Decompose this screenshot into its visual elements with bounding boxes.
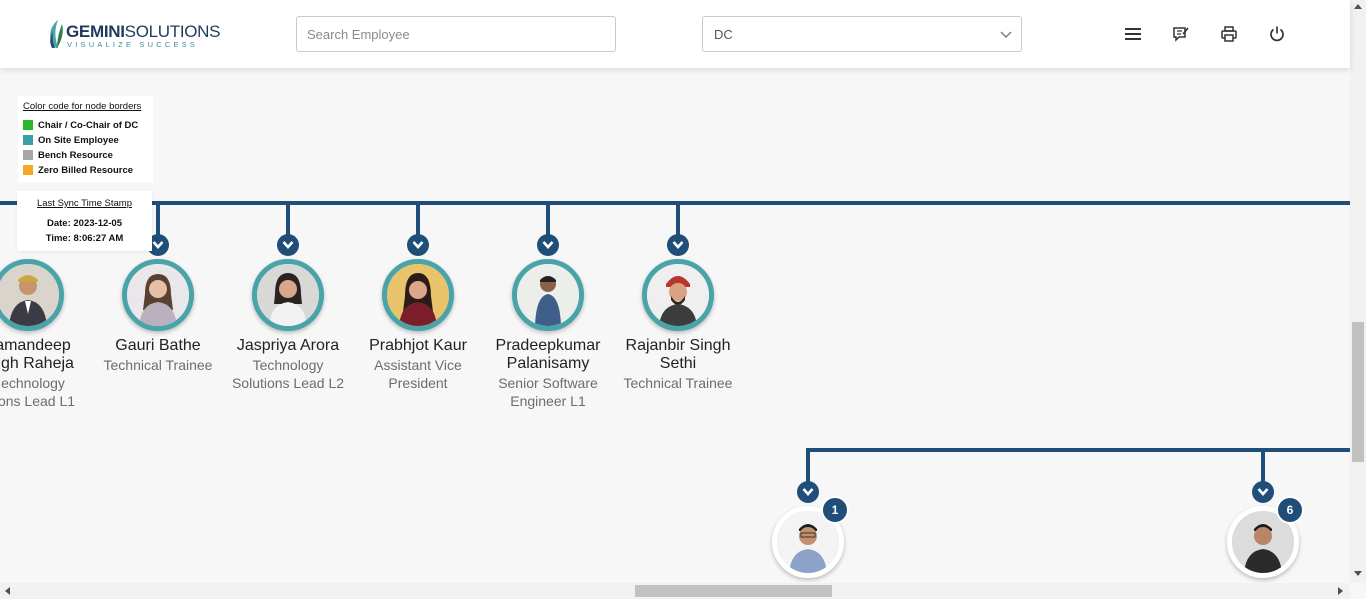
chevron-down-icon — [412, 241, 424, 249]
print-icon[interactable] — [1220, 25, 1238, 43]
logo-text: GEMINISOLUTIONS — [66, 22, 221, 41]
legend-swatch-orange — [23, 165, 33, 175]
expand-node-button[interactable] — [797, 481, 819, 503]
leaf-logo-icon — [50, 20, 63, 48]
legend-swatch-teal — [23, 135, 33, 145]
org-connector-vertical — [156, 205, 160, 235]
sync-title: Last Sync Time Stamp — [36, 198, 133, 209]
expand-node-button[interactable] — [277, 234, 299, 256]
company-logo[interactable]: GEMINISOLUTIONS VISUALIZE SUCCESS — [46, 17, 221, 51]
employee-role: echnologytions Lead L1 — [0, 375, 76, 409]
sync-time: Time: 8:06:27 AM — [45, 233, 124, 244]
org-connector-vertical — [676, 205, 680, 235]
search-employee-input[interactable] — [296, 16, 616, 52]
sync-date: Date: 2023-12-05 — [47, 218, 122, 229]
employee-avatar[interactable] — [642, 259, 714, 331]
employee-role: Technical Trainee — [623, 375, 733, 391]
legend-title: Color code for node borders — [23, 101, 142, 112]
expand-node-button[interactable] — [407, 234, 429, 256]
legend-label: On Site Employee — [38, 135, 119, 146]
org-connector-vertical — [1261, 452, 1265, 484]
scroll-down-arrow-icon[interactable] — [1354, 571, 1362, 576]
org-connector-horizontal — [0, 201, 1350, 205]
chevron-down-icon — [672, 241, 684, 249]
chevron-down-icon — [802, 488, 814, 496]
vertical-scroll-thumb[interactable] — [1352, 322, 1364, 462]
vertical-scrollbar[interactable] — [1350, 0, 1366, 583]
employee-avatar[interactable] — [252, 259, 324, 331]
legend-swatch-grey — [23, 150, 33, 160]
expand-node-button[interactable] — [667, 234, 689, 256]
employee-name: amandeep ngh Raheja — [0, 337, 74, 372]
person-photo-icon — [647, 264, 709, 326]
employee-avatar[interactable] — [122, 259, 194, 331]
last-sync-panel: Last Sync Time Stamp Date: 2023-12-05 Ti… — [17, 191, 152, 251]
reports-count-badge: 6 — [1276, 496, 1304, 524]
org-connector-vertical — [546, 205, 550, 235]
border-color-legend: Color code for node borders Chair / Co-C… — [18, 96, 153, 182]
employee-role: Technical Trainee — [103, 357, 213, 373]
power-icon[interactable] — [1268, 25, 1286, 43]
employee-name: Jaspriya Arora — [236, 337, 340, 354]
logo-tagline: VISUALIZE SUCCESS — [67, 40, 199, 49]
chevron-down-icon — [152, 241, 164, 249]
scroll-right-arrow-icon[interactable] — [1338, 587, 1343, 595]
menu-icon[interactable] — [1124, 25, 1142, 43]
employee-avatar[interactable] — [382, 259, 454, 331]
chevron-down-icon — [542, 241, 554, 249]
dc-select[interactable]: DC — [702, 16, 1022, 52]
org-connector-vertical — [806, 448, 810, 484]
scroll-left-arrow-icon[interactable] — [5, 587, 10, 595]
scroll-up-arrow-icon[interactable] — [1354, 4, 1362, 9]
employee-avatar[interactable] — [512, 259, 584, 331]
employee-role: Technology Solutions Lead L2 — [231, 357, 345, 391]
chevron-down-icon — [1257, 488, 1269, 496]
person-photo-icon — [0, 264, 59, 326]
legend-label: Chair / Co-Chair of DC — [38, 120, 139, 131]
expand-node-button[interactable] — [1252, 481, 1274, 503]
person-photo-icon — [127, 264, 189, 326]
legend-label: Bench Resource — [38, 150, 113, 161]
org-connector-vertical — [416, 205, 420, 235]
person-photo-icon — [387, 264, 449, 326]
legend-label: Zero Billed Resource — [38, 165, 134, 176]
employee-name: Pradeepkumar Palanisamy — [495, 337, 601, 372]
chevron-down-icon — [1000, 31, 1012, 38]
employee-name: Rajanbir Singh Sethi — [625, 337, 731, 372]
reports-count-badge: 1 — [821, 496, 849, 524]
org-connector-horizontal — [806, 448, 1350, 452]
person-photo-icon — [517, 264, 579, 326]
horizontal-scroll-thumb[interactable] — [635, 585, 832, 597]
person-photo-icon — [257, 264, 319, 326]
employee-avatar[interactable] — [0, 259, 64, 331]
expand-node-button[interactable] — [537, 234, 559, 256]
employee-name: Gauri Bathe — [115, 337, 201, 354]
legend-swatch-green — [23, 120, 33, 130]
org-connector-vertical — [286, 205, 290, 235]
employee-name: Prabhjot Kaur — [369, 337, 467, 354]
top-header: GEMINISOLUTIONS VISUALIZE SUCCESS DC — [0, 0, 1350, 68]
employee-role: Senior Software Engineer L1 — [498, 375, 598, 409]
chevron-down-icon — [282, 241, 294, 249]
employee-role: Assistant Vice President — [374, 357, 462, 391]
dc-select-value: DC — [714, 27, 733, 42]
feedback-icon[interactable] — [1172, 25, 1190, 43]
